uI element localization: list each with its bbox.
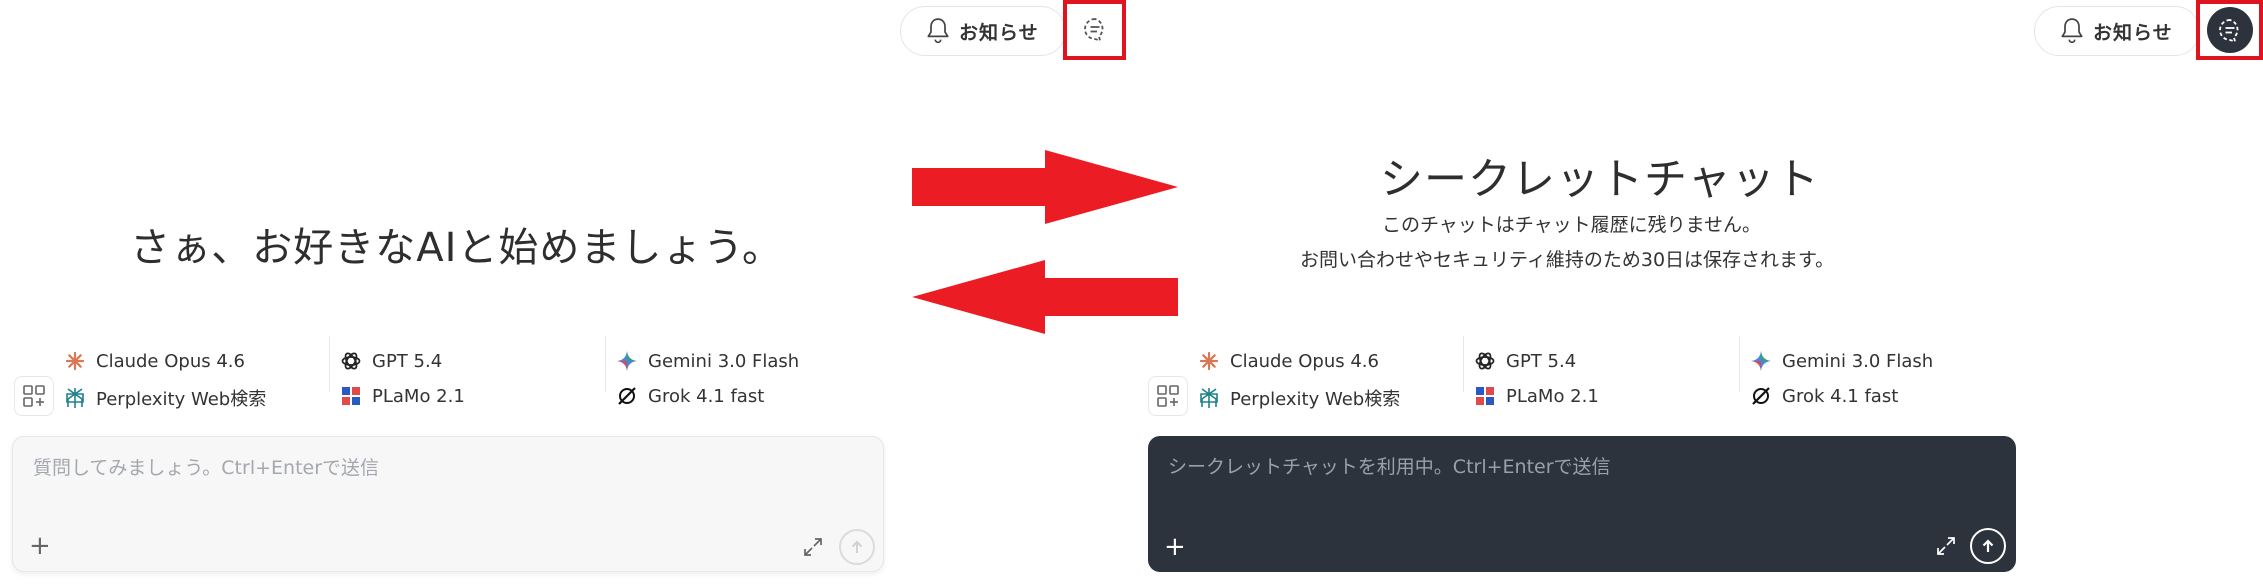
openai-icon (340, 350, 362, 372)
model-label: GPT 5.4 (1506, 350, 1577, 372)
notifications-label: お知らせ (2093, 21, 2173, 44)
model-option-claude[interactable]: Claude Opus 4.6 (1198, 350, 1379, 372)
secret-chat-input-box[interactable]: シークレットチャットを利用中。Ctrl+Enterで送信 + (1148, 436, 2016, 572)
bell-icon (927, 18, 949, 44)
model-label: Claude Opus 4.6 (96, 350, 245, 372)
model-separator (1463, 336, 1464, 392)
secret-chat-toggle[interactable] (1080, 14, 1110, 44)
secret-chat-icon (1084, 18, 1104, 42)
chat-input-placeholder[interactable]: シークレットチャットを利用中。Ctrl+Enterで送信 (1168, 452, 1611, 479)
expand-icon (1937, 537, 1955, 555)
expand-button[interactable] (1936, 536, 1956, 556)
model-option-grok[interactable]: Grok 4.1 fast (616, 385, 764, 407)
openai-icon (1474, 350, 1496, 372)
model-label: Grok 4.1 fast (1782, 385, 1899, 407)
gemini-icon (1750, 350, 1772, 372)
grok-icon (1750, 385, 1772, 407)
model-label: Perplexity Web検索 (96, 389, 267, 410)
send-button[interactable] (839, 529, 875, 565)
model-grid-button[interactable] (1148, 376, 1188, 416)
model-option-gemini[interactable]: Gemini 3.0 Flash (1750, 350, 1933, 372)
model-label: Perplexity Web検索 (1230, 389, 1401, 410)
notifications-button[interactable]: お知らせ (2034, 6, 2200, 56)
model-label: PLaMo 2.1 (372, 385, 465, 407)
send-button[interactable] (1970, 528, 2006, 564)
model-option-gemini[interactable]: Gemini 3.0 Flash (616, 350, 799, 372)
arrow-left-graphic (912, 260, 1178, 334)
model-option-plamo[interactable]: PLaMo 2.1 (1474, 385, 1599, 407)
model-label: Gemini 3.0 Flash (1782, 350, 1934, 372)
model-label: PLaMo 2.1 (1506, 385, 1599, 407)
secret-chat-toggle-active[interactable] (2207, 7, 2253, 53)
model-label: Gemini 3.0 Flash (648, 350, 800, 372)
model-option-gpt[interactable]: GPT 5.4 (340, 350, 442, 372)
secret-chat-subtitle-1: このチャットはチャット履歴に残りません。 (1382, 214, 1762, 236)
model-option-gpt[interactable]: GPT 5.4 (1474, 350, 1576, 372)
model-label: GPT 5.4 (372, 350, 443, 372)
model-option-perplexity[interactable]: Perplexity Web検索 (64, 385, 266, 411)
model-separator (1739, 336, 1740, 392)
expand-button[interactable] (803, 537, 823, 557)
plamo-icon (1474, 385, 1496, 407)
gemini-icon (616, 350, 638, 372)
notifications-button[interactable]: お知らせ (900, 6, 1066, 56)
model-label: Grok 4.1 fast (648, 385, 765, 407)
model-separator (605, 336, 606, 392)
bell-icon (2061, 18, 2083, 44)
model-option-claude[interactable]: Claude Opus 4.6 (64, 350, 245, 372)
arrow-right-graphic (912, 150, 1178, 224)
arrow-up-icon (1982, 539, 1994, 552)
claude-icon (1198, 350, 1220, 372)
notifications-label: お知らせ (959, 21, 1039, 44)
chat-input-placeholder[interactable]: 質問してみましょう。Ctrl+Enterで送信 (33, 453, 379, 480)
add-attachment-button[interactable]: + (29, 533, 51, 559)
perplexity-icon (1198, 387, 1220, 409)
model-label: Claude Opus 4.6 (1230, 350, 1379, 372)
chat-input-box[interactable]: 質問してみましょう。Ctrl+Enterで送信 + (12, 436, 884, 572)
model-grid-button[interactable] (14, 376, 54, 416)
apps-plus-icon (23, 385, 45, 407)
grok-icon (616, 385, 638, 407)
apps-plus-icon (1157, 385, 1179, 407)
secret-chat-icon (2219, 19, 2239, 43)
expand-icon (804, 538, 822, 556)
welcome-headline: さぁ、お好きなAIと始めましょう。 (130, 225, 783, 271)
add-attachment-button[interactable]: + (1164, 534, 1186, 560)
model-option-grok[interactable]: Grok 4.1 fast (1750, 385, 1898, 407)
perplexity-icon (64, 387, 86, 409)
model-option-plamo[interactable]: PLaMo 2.1 (340, 385, 465, 407)
secret-chat-title: シークレットチャット (1380, 155, 1820, 205)
claude-icon (64, 350, 86, 372)
secret-chat-subtitle-2: お問い合わせやセキュリティ維持のため30日は保存されます。 (1300, 249, 1835, 271)
model-option-perplexity[interactable]: Perplexity Web検索 (1198, 385, 1400, 411)
plamo-icon (340, 385, 362, 407)
arrow-up-icon (851, 540, 863, 553)
model-separator (329, 336, 330, 392)
